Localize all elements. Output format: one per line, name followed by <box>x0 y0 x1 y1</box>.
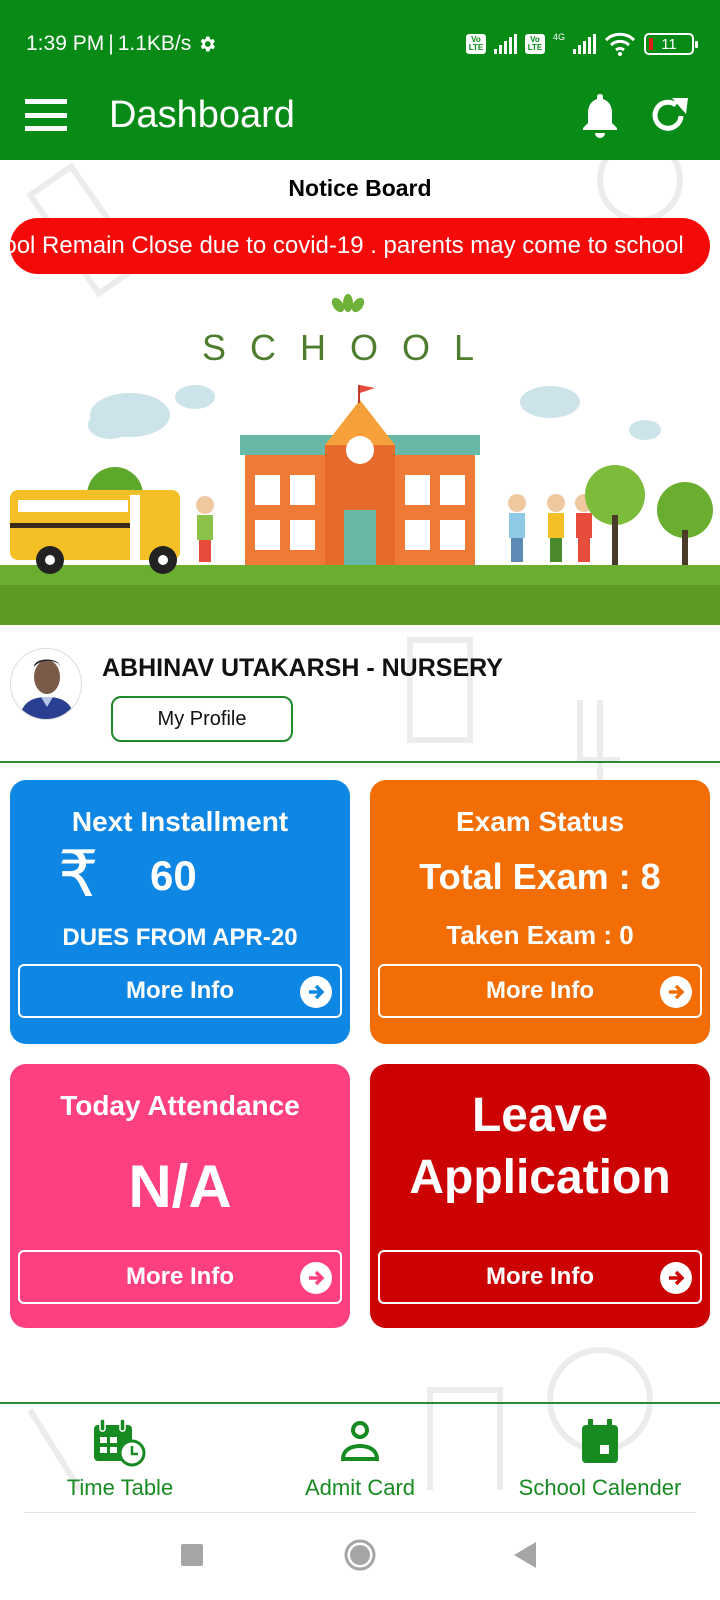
page-title: Dashboard <box>109 93 295 136</box>
arrow-right-icon <box>300 976 332 1008</box>
top-app-bar: 1:39 PM | 1.1KB/s Vo LTE Vo LTE 4G 11 Dash… <box>0 0 720 160</box>
system-navigation-bar <box>0 1520 720 1600</box>
attendance-more-info-button[interactable]: More Info <box>18 1250 342 1304</box>
leave-application-card[interactable]: Leave Application More Info <box>370 1064 710 1328</box>
notice-board-title: Notice Board <box>288 175 432 201</box>
rupee-icon: ₹ <box>58 838 99 912</box>
installment-amount: 60 <box>150 852 197 899</box>
leave-title-line1: Leave <box>471 1089 609 1142</box>
leaf-icon <box>331 294 365 313</box>
leave-title-line2: Application <box>409 1151 671 1204</box>
attendance-value: N/A <box>128 1153 232 1220</box>
app-bar: Dashboard <box>0 80 720 150</box>
refresh-icon[interactable] <box>648 94 690 136</box>
nav-label: Time Table <box>66 1475 174 1500</box>
status-net-speed: 1.1KB/s <box>117 32 192 55</box>
notice-message: School Remain Close due to covid-19 . pa… <box>10 232 684 259</box>
recents-square-icon[interactable] <box>181 1544 203 1571</box>
status-separator: | <box>108 32 114 55</box>
total-exam: Total Exam : 8 <box>419 856 661 897</box>
more-info-label: More Info <box>486 1263 594 1290</box>
bell-icon[interactable] <box>580 92 620 138</box>
exam-more-info-button[interactable]: More Info <box>378 964 702 1018</box>
status-time: 1:39 PM <box>26 32 105 55</box>
arrow-right-icon <box>660 976 692 1008</box>
exam-status-title: Exam Status <box>455 806 625 837</box>
back-triangle-icon[interactable] <box>514 1542 536 1573</box>
arrow-right-icon <box>660 1262 692 1294</box>
status-bar: 1:39 PM | 1.1KB/s Vo LTE Vo LTE 4G 11 <box>26 28 698 60</box>
more-info-label: More Info <box>486 977 594 1004</box>
next-installment-card[interactable]: Next Installment ₹ 60 DUES FROM APR-20 M… <box>10 780 350 1044</box>
battery-icon: 11 <box>644 33 698 55</box>
installment-due-date: DUES FROM APR-20 <box>62 924 298 951</box>
school-banner-illustration: SCHOOL <box>0 294 720 625</box>
bottom-navigation: Time Table Admit Card School Calender <box>0 1403 720 1513</box>
timetable-icon <box>92 1417 148 1467</box>
nav-time-table[interactable]: Time Table <box>60 1417 180 1501</box>
today-attendance-card[interactable]: Today Attendance N/A More Info <box>10 1064 350 1328</box>
student-profile-section: ABHINAV UTAKARSH - NURSERY My Profile <box>0 640 720 760</box>
volte-icon: Vo LTE <box>524 34 545 54</box>
arrow-right-icon <box>300 1262 332 1294</box>
network-type-label: 4G <box>552 32 565 42</box>
divider <box>0 761 720 763</box>
volte-icon: Vo LTE <box>465 34 486 54</box>
more-info-label: More Info <box>126 977 234 1004</box>
taken-exam: Taken Exam : 0 <box>446 920 634 950</box>
divider <box>24 1512 696 1513</box>
school-bus <box>10 490 180 574</box>
my-profile-button[interactable]: My Profile <box>111 696 293 742</box>
exam-status-card[interactable]: Exam Status Total Exam : 8 Taken Exam : … <box>370 780 710 1044</box>
home-circle-icon[interactable] <box>344 1539 376 1576</box>
hamburger-menu-icon[interactable] <box>25 99 67 131</box>
nav-admit-card[interactable]: Admit Card <box>290 1417 430 1501</box>
leave-more-info-button[interactable]: More Info <box>378 1250 702 1304</box>
nav-school-calender[interactable]: School Calender <box>500 1417 700 1501</box>
signal-icon <box>493 34 517 54</box>
school-building <box>240 385 480 565</box>
banner-heading: SCHOOL <box>202 327 498 368</box>
nav-label: Admit Card <box>304 1475 416 1500</box>
nav-label: School Calender <box>518 1475 682 1500</box>
avatar[interactable] <box>10 648 82 720</box>
battery-level: 11 <box>661 35 677 53</box>
person-icon <box>338 1417 382 1467</box>
installment-more-info-button[interactable]: More Info <box>18 964 342 1018</box>
attendance-title: Today Attendance <box>60 1090 300 1121</box>
notice-marquee[interactable]: School Remain Close due to covid-19 . pa… <box>10 218 710 274</box>
wifi-icon <box>604 32 636 56</box>
calendar-icon <box>578 1417 622 1467</box>
signal-icon <box>573 34 596 54</box>
student-name: ABHINAV UTAKARSH - NURSERY <box>102 654 503 682</box>
gear-icon <box>197 34 217 54</box>
installment-title: Next Installment <box>71 806 289 837</box>
more-info-label: More Info <box>126 1263 234 1290</box>
